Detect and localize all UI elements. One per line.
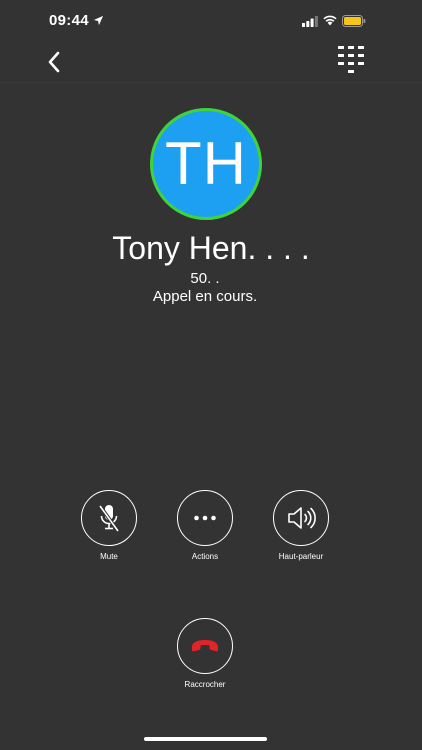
actions-action: Actions — [175, 490, 235, 561]
contact-name: Tony Hen. . . . — [112, 230, 310, 266]
actions-button[interactable] — [177, 490, 233, 546]
nav-bar — [0, 40, 422, 83]
speaker-icon — [288, 507, 316, 529]
call-screen: 09:44 TH Tony Hen. . . . 50. . Appel en … — [0, 0, 422, 750]
wifi-icon — [323, 15, 337, 26]
more-dots-icon — [194, 515, 216, 521]
contact-avatar: TH — [150, 108, 262, 220]
mute-label: Mute — [100, 552, 118, 561]
dialpad-icon — [338, 46, 364, 73]
avatar-initials: TH — [165, 130, 247, 197]
microphone-muted-icon — [98, 504, 120, 533]
actions-label: Actions — [191, 552, 219, 561]
dialpad-button[interactable] — [334, 42, 368, 80]
speaker-button[interactable] — [273, 490, 329, 546]
battery-icon — [342, 15, 366, 27]
chevron-left-icon — [48, 51, 60, 73]
call-status: Appel en cours. — [152, 288, 258, 305]
back-button[interactable] — [38, 46, 70, 78]
mute-button[interactable] — [81, 490, 137, 546]
hangup-action: Raccrocher — [175, 618, 235, 689]
cellular-signal-icon — [302, 16, 318, 27]
status-time: 09:44 — [49, 12, 89, 29]
home-indicator — [144, 737, 267, 741]
phone-hangup-icon — [192, 640, 218, 652]
hangup-button[interactable] — [177, 618, 233, 674]
contact-number: 50. . — [190, 270, 220, 287]
status-bar: 09:44 — [0, 0, 422, 40]
battery-fill — [344, 17, 361, 25]
speaker-label: Haut-parleur — [278, 552, 324, 561]
location-arrow-icon — [93, 15, 104, 26]
hangup-label: Raccrocher — [184, 680, 226, 689]
speaker-action: Haut-parleur — [271, 490, 331, 561]
contact-name-row: Tony Hen. . . . — [0, 230, 422, 267]
mute-action: Mute — [79, 490, 139, 561]
